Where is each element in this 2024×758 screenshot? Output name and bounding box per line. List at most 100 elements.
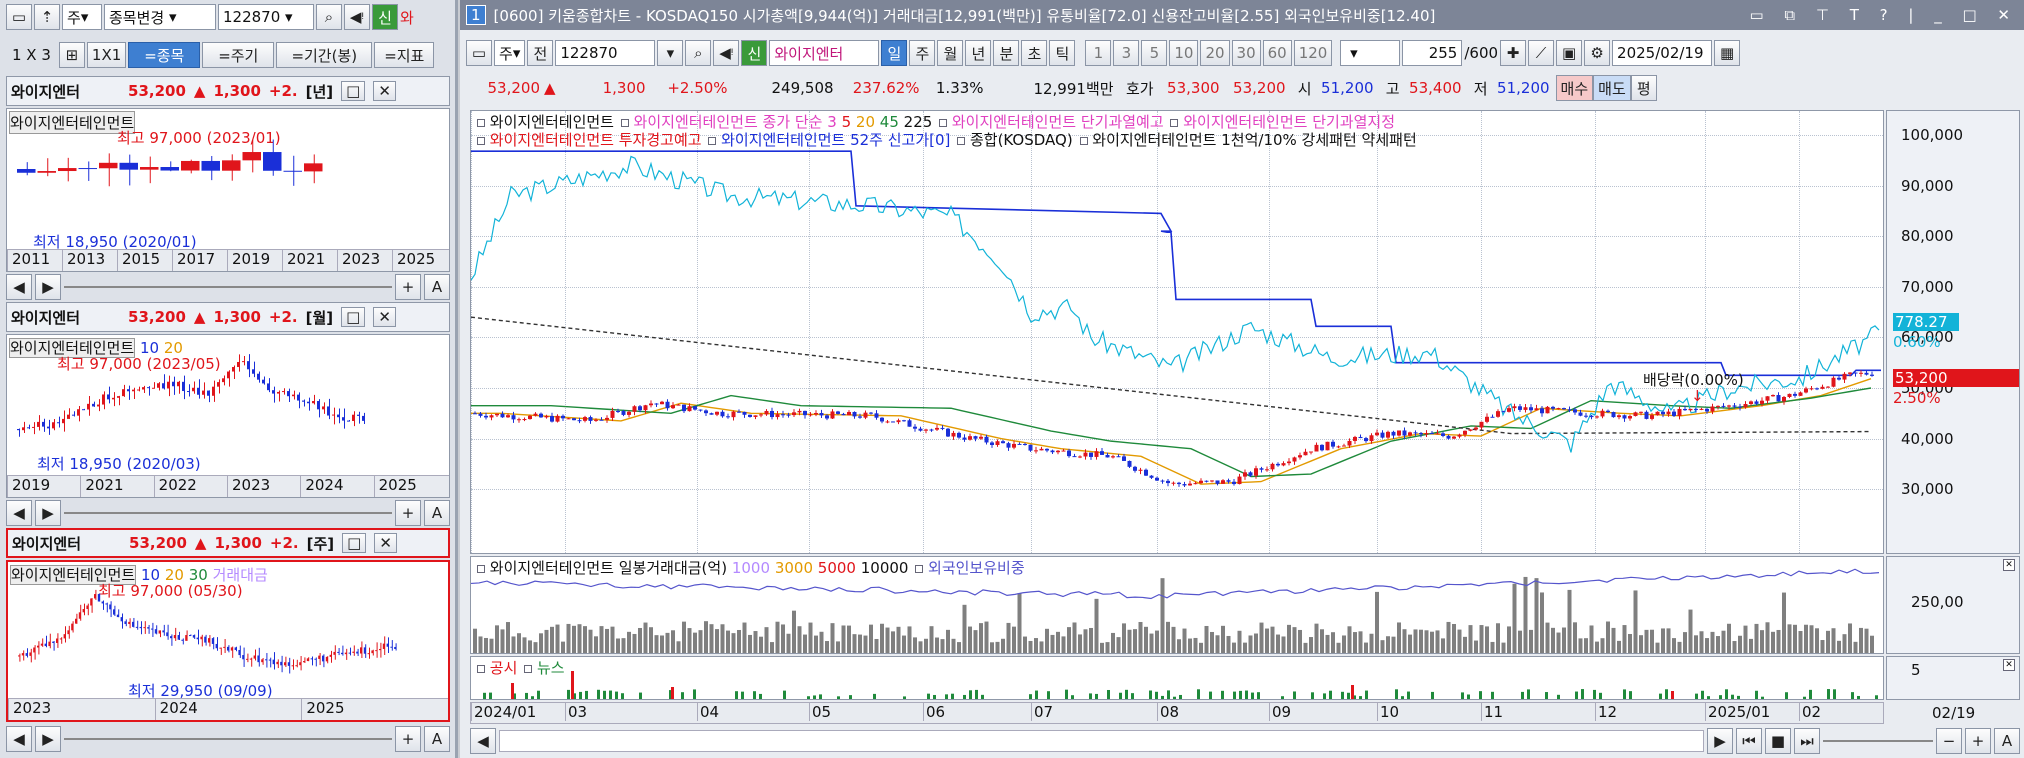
number-button[interactable]: 30 — [1231, 40, 1261, 66]
candle-body — [1584, 415, 1588, 417]
number-button[interactable]: 120 — [1293, 40, 1333, 66]
period-button[interactable]: 초 — [1021, 40, 1048, 66]
number-button[interactable]: 1 — [1085, 40, 1112, 66]
scroll-left-icon[interactable]: ◀ — [6, 500, 32, 526]
window-icon[interactable]: ▭ — [6, 4, 32, 30]
close-icon[interactable]: ✕ — [2003, 559, 2015, 571]
stock-name-field[interactable]: 와이지엔터 — [769, 40, 880, 66]
tab-stock[interactable]: =종목 — [128, 42, 201, 68]
mini-candle-body — [181, 639, 184, 641]
mini-scrollbar[interactable]: ◀ ▶ + A — [6, 274, 450, 300]
close-icon[interactable]: ✕ — [2003, 659, 2015, 671]
price: 53,200 — [128, 82, 186, 100]
stop-icon[interactable]: ■ — [1765, 728, 1791, 754]
number-button[interactable]: 60 — [1262, 40, 1292, 66]
new-badge[interactable]: 신 — [741, 40, 768, 66]
sell-button[interactable]: 매도 — [1593, 75, 1631, 101]
text-icon[interactable]: A — [424, 274, 450, 300]
scroll-left-icon[interactable]: ◀ — [6, 726, 32, 752]
zoom-in-icon[interactable]: + — [1965, 728, 1991, 754]
mini-candle-body — [337, 414, 340, 418]
rewind-icon[interactable]: ⏮ — [1736, 728, 1762, 754]
period-button[interactable]: 주 — [909, 40, 936, 66]
period-button[interactable]: 년 — [965, 40, 992, 66]
close-icon[interactable]: ✕ — [373, 307, 396, 327]
mini-scrollbar[interactable]: ◀ ▶ + A — [6, 726, 450, 752]
zoom-slider[interactable] — [64, 286, 392, 288]
scroll-left-icon[interactable]: ◀ — [6, 274, 32, 300]
close-icon[interactable]: ✕ — [374, 533, 397, 553]
buy-button[interactable]: 매수 — [1555, 75, 1594, 101]
mini-scrollbar[interactable]: ◀ ▶ + A — [6, 500, 450, 526]
news-bar — [1167, 690, 1170, 699]
zoom-in-icon[interactable]: + — [395, 500, 421, 526]
tab-range[interactable]: =기간(봉) — [276, 42, 373, 68]
main-scrollbar[interactable]: ◀ ▶ ⏮ ■ ⏭ − + A — [470, 728, 2020, 754]
count-input[interactable]: 255 — [1402, 40, 1463, 66]
number-button[interactable]: 10 — [1169, 40, 1199, 66]
xtick-label: 12 — [1595, 703, 1617, 721]
scroll-right-icon[interactable]: ▶ — [35, 500, 61, 526]
window-icon[interactable]: ▭ — [466, 40, 492, 66]
scroll-right-icon[interactable]: ▶ — [1707, 728, 1733, 754]
tab-period[interactable]: =주기 — [202, 42, 275, 68]
zoom-slider[interactable] — [1823, 740, 1933, 742]
custom-period-input[interactable]: ▾ — [1340, 40, 1401, 66]
candle-body — [726, 416, 730, 418]
mini-candle-body — [22, 427, 25, 431]
save-icon[interactable]: ▣ — [1556, 40, 1583, 66]
search-icon[interactable]: ⌕ — [316, 4, 342, 30]
zoom-in-icon[interactable]: + — [395, 274, 421, 300]
mode-select[interactable]: 종목변경 ▾ — [104, 4, 216, 30]
zoom-out-icon[interactable]: − — [1936, 728, 1962, 754]
date-input[interactable]: 2025/02/19 — [1612, 40, 1713, 66]
left-code-input[interactable]: 122870 ▾ — [218, 4, 314, 30]
zoom-in-icon[interactable]: + — [395, 726, 421, 752]
scroll-right-icon[interactable]: ▶ — [35, 726, 61, 752]
text-icon[interactable]: A — [1994, 728, 2020, 754]
forward-icon[interactable]: ⏭ — [1794, 728, 1820, 754]
one-by-one-button[interactable]: 1X1 — [86, 42, 127, 68]
volume-bar — [1727, 623, 1731, 653]
text-icon[interactable]: A — [424, 500, 450, 526]
gear-icon[interactable]: ⚙ — [1584, 40, 1611, 66]
speaker-icon[interactable]: ◀ᵎ — [344, 4, 370, 30]
text-icon[interactable]: A — [424, 726, 450, 752]
line-tool-icon[interactable]: ⟋ — [1528, 40, 1555, 66]
tab-indicator[interactable]: =지표 — [374, 42, 435, 68]
chevron-down-icon[interactable]: ▾ — [657, 40, 684, 66]
crosshair-icon[interactable]: ✚ — [1500, 40, 1527, 66]
window-controls-icon[interactable]: ▭ ⧉ ⊤ T ? | _ □ ✕ — [1749, 6, 2018, 24]
number-button[interactable]: 5 — [1141, 40, 1168, 66]
period-button[interactable]: 월 — [937, 40, 964, 66]
zoom-slider[interactable] — [64, 512, 392, 514]
xtick-label: 2024 — [300, 476, 373, 497]
prev-button[interactable]: 전 — [527, 40, 554, 66]
new-badge[interactable]: 신 — [372, 4, 398, 30]
code-input[interactable]: 122870 — [555, 40, 656, 66]
number-button[interactable]: 3 — [1113, 40, 1140, 66]
period-button[interactable]: 틱 — [1049, 40, 1076, 66]
scroll-right-icon[interactable]: ▶ — [35, 274, 61, 300]
volume-bar — [511, 636, 516, 653]
period-select[interactable]: 주 ▾ — [494, 40, 526, 66]
scroll-track[interactable] — [499, 730, 1704, 752]
pin-icon[interactable]: ⇡ — [34, 4, 60, 30]
period-button[interactable]: 일 — [881, 40, 908, 66]
search-icon[interactable]: ⌕ — [685, 40, 712, 66]
grid-icon[interactable]: ⊞ — [58, 42, 85, 68]
zoom-slider[interactable] — [64, 738, 392, 740]
scroll-left-icon[interactable]: ◀ — [470, 728, 496, 754]
maximize-icon[interactable]: □ — [341, 81, 366, 101]
period-button[interactable]: 분 — [993, 40, 1020, 66]
number-button[interactable]: 20 — [1200, 40, 1230, 66]
left-period-select[interactable]: 주 ▾ — [62, 4, 102, 30]
volume-bar — [539, 633, 543, 653]
maximize-icon[interactable]: □ — [342, 533, 367, 553]
flat-button[interactable]: 평 — [1630, 75, 1657, 101]
volume-bar — [1105, 642, 1110, 653]
close-icon[interactable]: ✕ — [373, 81, 396, 101]
maximize-icon[interactable]: □ — [341, 307, 366, 327]
calendar-icon[interactable]: ▦ — [1714, 40, 1741, 66]
speaker-icon[interactable]: ◀ᵎ — [713, 40, 740, 66]
